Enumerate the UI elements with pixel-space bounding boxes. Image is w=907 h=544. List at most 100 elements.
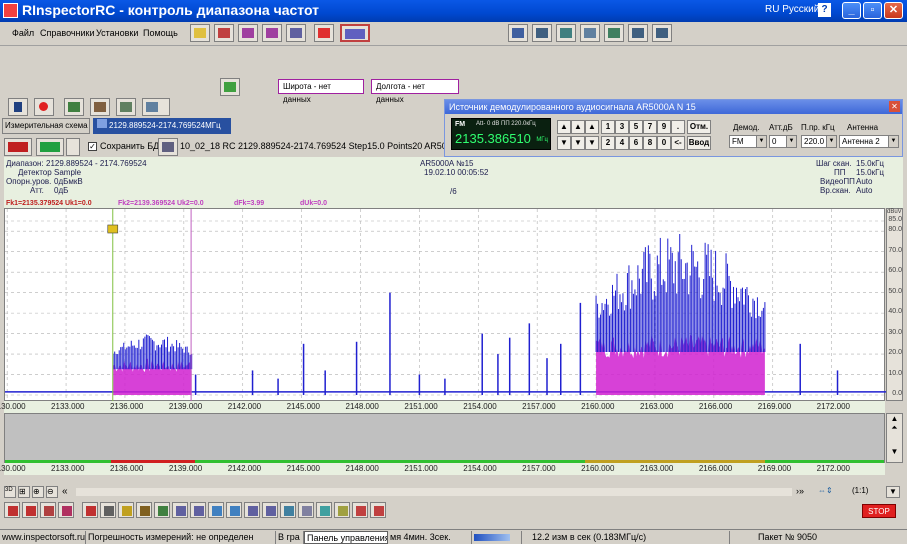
bottom-tool-icon-20[interactable] bbox=[370, 502, 386, 518]
bottom-tool-icon-5[interactable] bbox=[100, 502, 116, 518]
bottom-tool-icon-10[interactable] bbox=[190, 502, 206, 518]
bottom-tool-icon-11[interactable] bbox=[208, 502, 224, 518]
3d-icon[interactable]: 3D bbox=[4, 486, 16, 498]
zoom-out-icon[interactable]: ⊖ bbox=[46, 486, 58, 498]
tool-trace-icon[interactable] bbox=[4, 138, 32, 156]
tab-frequency-range[interactable]: 2129.889524-2174.769524МГц bbox=[93, 118, 231, 134]
waterfall-scrollbar[interactable]: ▲ ⏶ ▼ bbox=[886, 413, 903, 463]
spectrum-chart[interactable] bbox=[4, 208, 886, 402]
tool-bars-icon[interactable] bbox=[262, 24, 282, 42]
key-1[interactable]: 1 bbox=[601, 120, 615, 134]
enter-button[interactable]: Ввод bbox=[687, 136, 711, 150]
bandwidth-select[interactable]: 220.0 ▼ bbox=[801, 135, 837, 148]
key-7[interactable]: 7 bbox=[643, 120, 657, 134]
att-select[interactable]: 0 ▼ bbox=[769, 135, 797, 148]
status-control-panel[interactable]: Панель управления bbox=[304, 531, 388, 544]
bottom-tool-icon-16[interactable] bbox=[298, 502, 314, 518]
tool-spectrum-icon[interactable] bbox=[340, 24, 370, 42]
key-8[interactable]: 8 bbox=[643, 136, 657, 150]
bottom-tool-icon-14[interactable] bbox=[262, 502, 278, 518]
tool-camera-icon[interactable] bbox=[90, 98, 110, 116]
maximize-button[interactable]: ▫ bbox=[863, 2, 882, 19]
bottom-tool-icon-19[interactable] bbox=[352, 502, 368, 518]
key-3[interactable]: 3 bbox=[615, 120, 629, 134]
tool-grid-icon[interactable] bbox=[604, 24, 624, 42]
bottom-tool-icon-2[interactable] bbox=[40, 502, 56, 518]
bottom-tool-icon-8[interactable] bbox=[154, 502, 170, 518]
tool-window-icon[interactable] bbox=[628, 24, 648, 42]
bottom-tool-icon-12[interactable] bbox=[226, 502, 242, 518]
minimize-button[interactable]: _ bbox=[842, 2, 861, 19]
tool-radio-icon[interactable] bbox=[532, 24, 552, 42]
key-9[interactable]: 9 bbox=[657, 120, 671, 134]
record-icon[interactable] bbox=[34, 98, 54, 116]
key-6[interactable]: 6 bbox=[629, 136, 643, 150]
bottom-tool-icon-9[interactable] bbox=[172, 502, 188, 518]
down-arrow-icon-3[interactable]: ▼ bbox=[585, 136, 599, 150]
bottom-tool-icon-18[interactable] bbox=[334, 502, 350, 518]
down-arrow-icon-2[interactable]: ▼ bbox=[571, 136, 585, 150]
save-db-checkbox[interactable]: ✓ bbox=[88, 142, 97, 151]
bottom-tool-icon-1[interactable] bbox=[22, 502, 38, 518]
down-arrow-icon[interactable]: ▼ bbox=[557, 136, 571, 150]
play-icon[interactable] bbox=[8, 98, 28, 116]
bottom-tool-icon-6[interactable] bbox=[118, 502, 134, 518]
tool-settings-icon[interactable] bbox=[116, 98, 136, 116]
horizontal-scrollbar[interactable] bbox=[76, 488, 792, 496]
tool-map-icon[interactable] bbox=[64, 98, 84, 116]
bottom-tool-icon-3[interactable] bbox=[58, 502, 74, 518]
menu-settings[interactable]: Установки bbox=[96, 28, 138, 38]
scroll-left-icon[interactable]: « bbox=[62, 486, 68, 497]
scroll-down-button[interactable]: ▼ bbox=[886, 486, 900, 498]
key-backspace[interactable]: <- bbox=[671, 136, 685, 150]
tool-ab-icon[interactable] bbox=[508, 24, 528, 42]
key-4[interactable]: 4 bbox=[615, 136, 629, 150]
tool-export-icon[interactable] bbox=[36, 138, 64, 156]
menu-file[interactable]: Файл bbox=[12, 28, 34, 38]
gps-icon[interactable] bbox=[220, 78, 240, 96]
waterfall-panel[interactable] bbox=[4, 413, 885, 463]
tab-measure-scheme[interactable]: Измерительная схема bbox=[2, 118, 90, 134]
scroll-top-icon[interactable]: ⏶ bbox=[887, 423, 902, 433]
menu-directories[interactable]: Справочники bbox=[40, 28, 95, 38]
tool-screen-icon[interactable] bbox=[556, 24, 576, 42]
dropdown-arrow-icon[interactable] bbox=[66, 138, 80, 156]
help-icon[interactable]: ? bbox=[818, 3, 831, 17]
zoom-in-icon[interactable]: ⊕ bbox=[32, 486, 44, 498]
stop-button[interactable]: STOP bbox=[862, 504, 896, 518]
tool-pages-icon[interactable] bbox=[580, 24, 600, 42]
fit-icons[interactable]: ⇔⇕ bbox=[818, 486, 848, 498]
up-arrow-icon-2[interactable]: ▲ bbox=[571, 120, 585, 134]
tool-chart-icon[interactable] bbox=[238, 24, 258, 42]
tool-delete-icon[interactable] bbox=[314, 24, 334, 42]
key-dot[interactable]: . bbox=[671, 120, 685, 134]
menu-help[interactable]: Помощь bbox=[143, 28, 178, 38]
bottom-tool-icon-0[interactable] bbox=[4, 502, 20, 518]
key-2[interactable]: 2 bbox=[601, 136, 615, 150]
demodulator-close-icon[interactable]: ✕ bbox=[889, 101, 900, 112]
antenna-select[interactable]: Антенна 2 ▼ bbox=[839, 135, 899, 148]
bottom-tool-icon-7[interactable] bbox=[136, 502, 152, 518]
demod-select[interactable]: FM ▼ bbox=[729, 135, 767, 148]
scroll-down-icon[interactable]: ▼ bbox=[887, 447, 902, 456]
tool-table-icon[interactable] bbox=[214, 24, 234, 42]
scroll-right-icon[interactable]: ›» bbox=[796, 486, 804, 496]
zoom-fit-icon[interactable]: ⊞ bbox=[18, 486, 30, 498]
tool-disk-icon[interactable] bbox=[158, 138, 178, 156]
cancel-button[interactable]: Отм. bbox=[687, 120, 711, 134]
up-arrow-icon-3[interactable]: ▲ bbox=[585, 120, 599, 134]
key-0[interactable]: 0 bbox=[657, 136, 671, 150]
tool-monitor-icon[interactable] bbox=[286, 24, 306, 42]
bottom-tool-icon-15[interactable] bbox=[280, 502, 296, 518]
status-url[interactable]: www.inspectorsoft.ru bbox=[0, 531, 86, 544]
tool-window2-icon[interactable] bbox=[652, 24, 672, 42]
tool-flowers-icon[interactable] bbox=[190, 24, 210, 42]
key-5[interactable]: 5 bbox=[629, 120, 643, 134]
bottom-tool-icon-13[interactable] bbox=[244, 502, 260, 518]
close-button[interactable]: ✕ bbox=[884, 2, 903, 19]
bottom-tool-icon-4[interactable] bbox=[82, 502, 98, 518]
bottom-tool-icon-17[interactable] bbox=[316, 502, 332, 518]
language-indicator[interactable]: RU Русский bbox=[765, 4, 819, 15]
tool-dropdown-icon[interactable] bbox=[142, 98, 170, 116]
up-arrow-icon[interactable]: ▲ bbox=[557, 120, 571, 134]
